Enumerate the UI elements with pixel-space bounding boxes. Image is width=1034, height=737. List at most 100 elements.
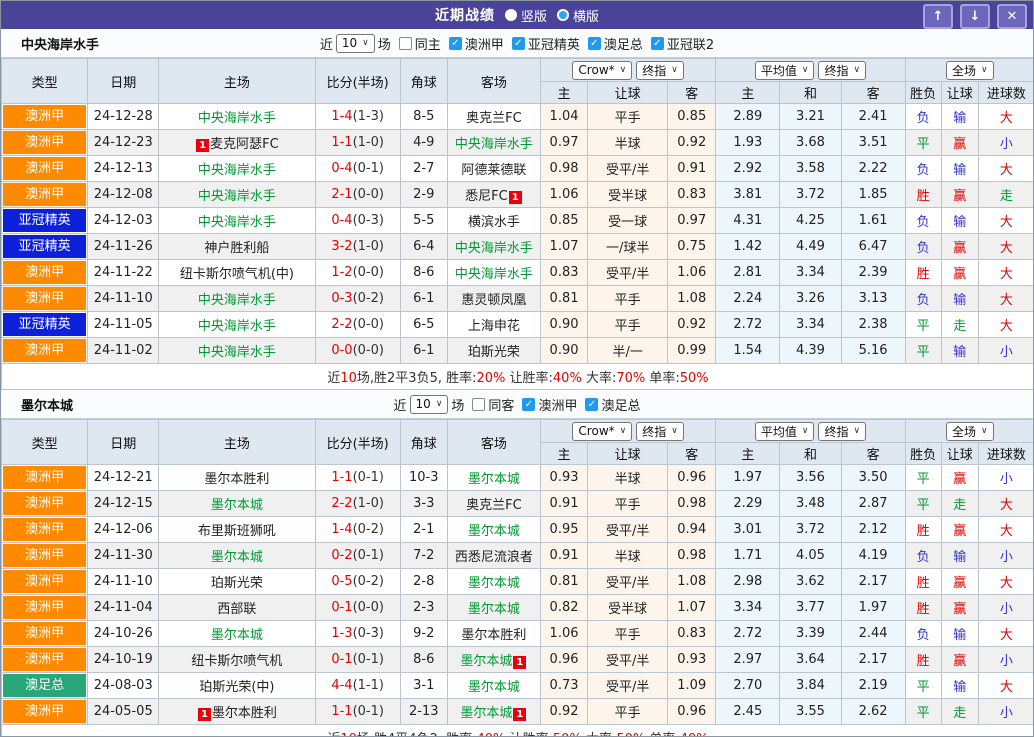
odds-away: 0.75 xyxy=(667,233,717,260)
scope-select[interactable]: 全场 ∨ xyxy=(946,421,994,441)
fulltime-score: 0-4 xyxy=(331,161,353,176)
corner-count: 2-8 xyxy=(399,568,448,595)
avg-draw: 3.77 xyxy=(779,594,842,621)
odds-source-select[interactable]: Crow* ∨ xyxy=(572,60,633,80)
col-header-date: 日期 xyxy=(87,58,160,104)
avg-draw: 3.58 xyxy=(779,155,842,182)
corner-count: 10-3 xyxy=(399,464,448,491)
same-venue-checkbox[interactable] xyxy=(472,397,486,411)
summary-segment: 50% xyxy=(553,732,582,736)
avg-away: 2.38 xyxy=(840,311,906,338)
average-index-select[interactable]: 终指 ∨ xyxy=(818,421,867,441)
odds-source-select[interactable]: Crow* ∨ xyxy=(572,421,633,441)
section-header-bar: 中央海岸水手 近 10 ∨ 场同主 ✓ 澳洲甲 ✓ 亚冠精英 ✓ 澳足总 ✓ 亚冠联2 xyxy=(1,29,1033,58)
recent-results-panel: 近期战绩 竖版 横版 ↑ ↓ ✕ 中央海岸水手 近 10 ∨ 场同主 ✓ 澳洲甲 ✓ 亚冠精英… xyxy=(0,0,1034,737)
away-team-cell: 墨尔本城 xyxy=(446,594,541,621)
result-wdl: 平 xyxy=(904,490,942,517)
chevron-down-icon: ∨ xyxy=(981,426,988,436)
league-filter-checkbox[interactable]: ✓ xyxy=(587,36,601,50)
league-filter-checkbox[interactable]: ✓ xyxy=(585,397,599,411)
average-index-select[interactable]: 终指 ∨ xyxy=(818,60,867,80)
match-count-select[interactable]: 10 ∨ xyxy=(409,394,449,414)
home-team-cell: 中央海岸水手 xyxy=(158,337,316,364)
league-badge: 澳洲甲 xyxy=(3,466,87,489)
close-button[interactable]: ✕ xyxy=(997,4,1027,29)
average-source-select[interactable]: 平均值 ∨ xyxy=(754,421,815,441)
fulltime-score: 1-2 xyxy=(331,265,353,280)
fulltime-score: 0-2 xyxy=(331,548,353,563)
league-filter-checkbox[interactable]: ✓ xyxy=(511,36,525,50)
odds-away: 0.91 xyxy=(667,155,717,182)
subcol-result-wdl: 胜负 xyxy=(904,442,942,465)
scope-select[interactable]: 全场 ∨ xyxy=(946,60,994,80)
league-filter-checkbox[interactable]: ✓ xyxy=(448,36,462,50)
avg-home: 2.89 xyxy=(715,103,781,130)
avg-away: 2.17 xyxy=(840,568,906,595)
score-cell: 1-3(0-3) xyxy=(314,620,401,647)
league-filter-checkbox[interactable]: ✓ xyxy=(522,397,536,411)
league-cell: 亚冠精英 xyxy=(1,233,89,260)
summary-segment: 大率: xyxy=(582,732,616,736)
chevron-down-icon: ∨ xyxy=(801,65,809,75)
avg-home: 1.54 xyxy=(715,337,781,364)
layout-radio-vertical[interactable]: 竖版 xyxy=(504,6,547,25)
chevron-down-icon: ∨ xyxy=(853,426,861,436)
odds-away: 0.96 xyxy=(667,698,717,725)
red-card-badge: 1 xyxy=(197,708,211,721)
result-handicap: 走 xyxy=(940,311,979,338)
odds-home: 1.06 xyxy=(539,620,589,647)
corner-count: 2-9 xyxy=(399,181,448,208)
radio-icon[interactable] xyxy=(557,9,569,21)
up-arrow-icon: ↑ xyxy=(932,9,944,24)
score-cell: 1-1(0-1) xyxy=(314,698,401,725)
away-team-cell: 墨尔本城 1 xyxy=(446,698,541,725)
layout-radio-horizontal[interactable]: 横版 xyxy=(557,6,599,25)
league-filter-checkbox[interactable]: ✓ xyxy=(650,36,664,50)
result-goals: 大 xyxy=(977,103,1033,130)
match-row: 澳洲甲 24-12-23 1 麦克阿瑟FC 1-1(1-0) 4-9 中央海岸水手 0.97 半… xyxy=(1,129,1033,156)
result-goals: 大 xyxy=(977,620,1033,647)
average-source-select[interactable]: 平均值 ∨ xyxy=(754,60,815,80)
same-venue-checkbox[interactable] xyxy=(398,36,412,50)
halftime-score: (0-2) xyxy=(352,574,384,589)
away-team-name: 悉尼FC xyxy=(465,189,508,204)
avg-home: 3.81 xyxy=(715,181,781,208)
corner-count: 4-9 xyxy=(399,129,448,156)
match-row: 澳洲甲 24-12-28 中央海岸水手 1-4(1-3) 8-5 奥克兰FC 1.04 平手 0… xyxy=(1,103,1033,130)
halftime-score: (0-2) xyxy=(352,522,384,537)
league-cell: 澳洲甲 xyxy=(1,646,89,673)
subcol-odds-home: 主 xyxy=(539,81,589,104)
odds-away: 0.99 xyxy=(667,337,717,364)
match-row: 澳洲甲 24-12-08 中央海岸水手 2-1(0-0) 2-9 悉尼FC 1 1.06 受半球… xyxy=(1,181,1033,208)
corner-count: 2-13 xyxy=(399,698,448,725)
result-goals: 大 xyxy=(977,311,1033,338)
match-count-select[interactable]: 10 ∨ xyxy=(335,33,375,53)
league-filter-label: 亚冠精英 xyxy=(527,37,580,53)
unit-label: 场 xyxy=(377,37,391,53)
radio-icon[interactable] xyxy=(504,9,517,21)
team-section: 中央海岸水手 近 10 ∨ 场同主 ✓ 澳洲甲 ✓ 亚冠精英 ✓ 澳足总 ✓ 亚冠联2 类型 日期 主… xyxy=(1,29,1033,390)
result-goals: 小 xyxy=(977,129,1033,156)
home-team-name: 墨尔本城 xyxy=(210,498,263,513)
fulltime-score: 0-3 xyxy=(331,291,353,306)
corner-count: 3-3 xyxy=(399,490,448,517)
match-row: 澳洲甲 24-11-04 西部联 0-1(0-0) 2-3 墨尔本城 0.82 受半球 1.07… xyxy=(1,594,1033,621)
result-handicap: 赢 xyxy=(940,516,979,543)
fulltime-score: 4-4 xyxy=(331,678,353,693)
move-up-button[interactable]: ↑ xyxy=(923,4,953,29)
team-name: 墨尔本城 xyxy=(21,398,74,414)
away-team-name: 西悉尼流浪者 xyxy=(454,550,533,565)
home-team-name: 中央海岸水手 xyxy=(197,189,276,204)
subcol-result-wdl: 胜负 xyxy=(904,81,942,104)
result-goals: 走 xyxy=(977,181,1033,208)
odds-handicap: 平手 xyxy=(587,698,669,725)
odds-index-select[interactable]: 终指 ∨ xyxy=(636,60,684,80)
summary-row: 近10场,胜2平3负5, 胜率:20% 让胜率:40% 大率:70% 单率:50… xyxy=(1,363,1033,390)
avg-home: 2.24 xyxy=(715,285,781,312)
home-team-name: 墨尔本胜利 xyxy=(204,472,270,487)
odds-index-select[interactable]: 终指 ∨ xyxy=(636,421,684,441)
move-down-button[interactable]: ↓ xyxy=(960,4,990,29)
away-team-cell: 悉尼FC 1 xyxy=(446,181,541,208)
away-team-name: 上海申花 xyxy=(467,319,520,334)
home-team-name: 中央海岸水手 xyxy=(197,319,276,334)
